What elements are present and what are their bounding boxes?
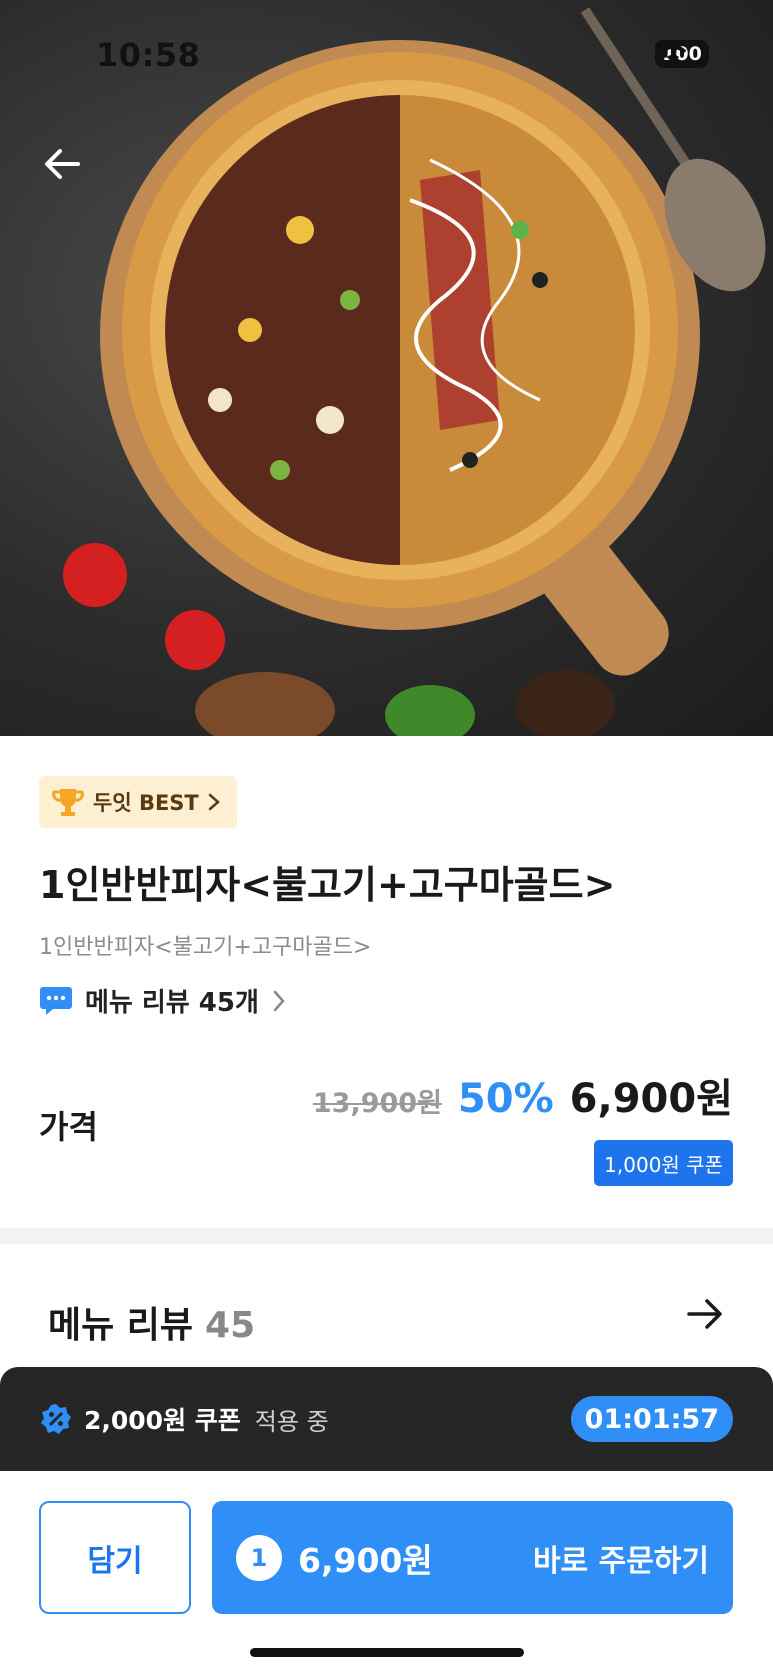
best-badge[interactable]: 두잇 BEST bbox=[39, 776, 237, 828]
best-badge-label: 두잇 BEST bbox=[93, 791, 199, 815]
product-detail-screen: 10:58 100 두잇 BEST 1인반반피자<불고기+고구마골드> 1인반반… bbox=[0, 0, 773, 1676]
review-section-arrow[interactable] bbox=[687, 1298, 723, 1334]
pizza-hero-image: 10:58 100 bbox=[0, 0, 773, 736]
add-to-cart-button[interactable]: 담기 bbox=[39, 1501, 191, 1614]
section-divider bbox=[0, 1228, 773, 1244]
order-now-label: 바로 주문하기 bbox=[532, 1543, 709, 1579]
product-subtitle: 1인반반피자<불고기+고구마골드> bbox=[39, 935, 372, 960]
pizza-image bbox=[63, 7, 766, 736]
wifi-icon bbox=[655, 40, 691, 64]
price-row: 13,900원 50% 6,900원 bbox=[313, 1066, 733, 1124]
discount-badge-icon bbox=[41, 1404, 71, 1434]
quantity-badge: 1 bbox=[236, 1534, 282, 1581]
product-title: 1인반반피자<불고기+고구마골드> bbox=[39, 863, 616, 907]
original-price: 13,900원 bbox=[312, 1088, 442, 1119]
applied-coupon-bar: 2,000원 쿠폰 적용 중 01:01:57 bbox=[0, 1367, 773, 1471]
status-time: 10:58 bbox=[96, 36, 201, 74]
order-price: 6,900원 bbox=[298, 1540, 433, 1580]
status-icons: 100 bbox=[655, 40, 709, 68]
order-now-button[interactable]: 1 6,900원 바로 주문하기 bbox=[212, 1501, 733, 1614]
chevron-right-icon bbox=[208, 793, 220, 811]
trophy-icon bbox=[52, 789, 84, 816]
menu-review-label: 메뉴 리뷰 45개 bbox=[85, 988, 259, 1018]
chevron-right-icon bbox=[273, 990, 285, 1011]
back-button[interactable] bbox=[44, 148, 92, 196]
bottom-action-area: 담기 1 6,900원 바로 주문하기 bbox=[0, 1471, 773, 1676]
discount-rate: 50% bbox=[457, 1076, 554, 1122]
chat-bubble-icon bbox=[40, 986, 72, 1015]
section-title-text: 메뉴 리뷰 bbox=[48, 1305, 194, 1346]
arrow-left-icon bbox=[45, 149, 80, 179]
home-indicator bbox=[250, 1648, 524, 1657]
coupon-chip[interactable]: 1,000원 쿠폰 bbox=[594, 1140, 733, 1186]
price-label: 가격 bbox=[39, 1108, 98, 1146]
review-count: 45 bbox=[205, 1305, 256, 1346]
coupon-amount: 2,000원 쿠폰 bbox=[84, 1406, 241, 1435]
final-price: 6,900원 bbox=[569, 1076, 733, 1122]
coupon-status: 적용 중 bbox=[254, 1407, 329, 1436]
coupon-timer: 01:01:57 bbox=[570, 1396, 733, 1442]
arrow-right-icon bbox=[687, 1299, 722, 1329]
menu-review-section-title: 메뉴 리뷰 45 bbox=[48, 1296, 255, 1348]
menu-review-link[interactable]: 메뉴 리뷰 45개 bbox=[39, 982, 287, 1019]
